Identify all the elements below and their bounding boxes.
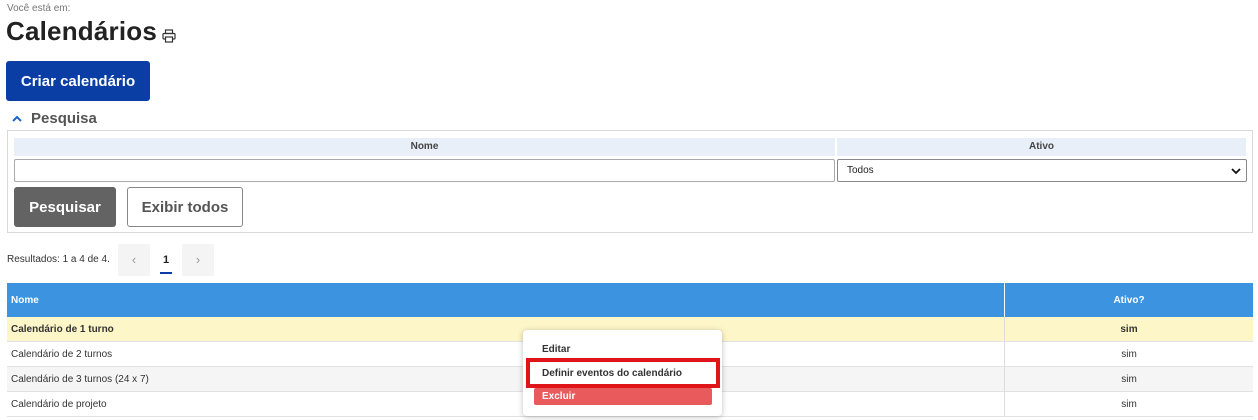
row-ativo: sim [1121, 398, 1137, 410]
ativo-select[interactable]: Todos [837, 159, 1247, 182]
define-events-menu-item[interactable]: Definir eventos do calendário [542, 368, 682, 379]
page-title: Calendários [6, 16, 158, 46]
chevron-up-icon [12, 115, 22, 122]
column-header-nome[interactable]: Nome [7, 283, 1005, 317]
search-toggle[interactable]: Pesquisa [11, 110, 97, 127]
nome-filter-label: Nome [14, 138, 835, 156]
row-context-menu: Editar Definir eventos do calendário Exc… [523, 330, 722, 416]
row-nome: Calendário de 1 turno [7, 317, 1005, 341]
nome-input[interactable] [14, 159, 835, 182]
title-row: Calendários [6, 16, 176, 47]
row-ativo: sim [1120, 323, 1138, 335]
caret-down-icon [1231, 168, 1241, 175]
show-all-button[interactable]: Exibir todos [127, 187, 243, 227]
ativo-filter-label: Ativo [837, 138, 1246, 156]
row-nome: Calendário de 2 turnos [7, 342, 1005, 366]
breadcrumb: Você está em: [7, 3, 71, 14]
create-calendar-button[interactable]: Criar calendário [6, 61, 150, 101]
current-page-indicator [160, 272, 172, 274]
search-button[interactable]: Pesquisar [14, 187, 116, 227]
delete-menu-item[interactable]: Excluir [534, 388, 712, 405]
row-nome: Calendário de 3 turnos (24 x 7) [7, 367, 1005, 391]
print-icon[interactable] [162, 29, 176, 43]
column-header-ativo[interactable]: Ativo? [1005, 283, 1253, 317]
row-nome: Calendário de projeto [7, 392, 1005, 416]
search-section-label: Pesquisa [31, 110, 97, 127]
edit-menu-item[interactable]: Editar [542, 344, 570, 355]
row-ativo: sim [1121, 348, 1137, 360]
row-ativo: sim [1121, 373, 1137, 385]
ativo-select-value: Todos [847, 165, 874, 176]
results-count: Resultados: 1 a 4 de 4. [7, 254, 110, 265]
search-panel: Nome Ativo Todos Pesquisar Exibir todos [7, 130, 1253, 233]
table-header: Nome Ativo? [7, 283, 1253, 317]
previous-page-button[interactable]: ‹ [118, 244, 150, 276]
next-page-button[interactable]: › [182, 244, 214, 276]
